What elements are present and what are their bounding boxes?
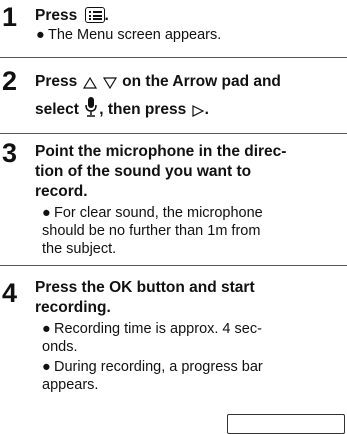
outline-up-triangle-icon bbox=[82, 76, 97, 89]
divider bbox=[0, 133, 347, 134]
list-item: ● For clear sound, the microphone should … bbox=[42, 205, 263, 257]
divider bbox=[0, 265, 347, 266]
outline-down-triangle-icon bbox=[102, 77, 117, 90]
divider bbox=[0, 57, 347, 58]
step-number: 4 bbox=[2, 278, 18, 308]
step-title: Press . bbox=[35, 7, 109, 24]
outline-right-triangle-icon bbox=[191, 105, 204, 117]
list-item: ● During recording, a progress bar appear… bbox=[42, 359, 263, 393]
step-number: 3 bbox=[2, 138, 18, 168]
step-number: 2 bbox=[2, 66, 18, 96]
microphone-icon bbox=[85, 97, 98, 117]
step-title: Point the microphone in the direc- tion … bbox=[35, 143, 287, 200]
step-title: Press the OK button and start recording. bbox=[35, 279, 255, 316]
step-title: Press on the Arrow pad and select , then… bbox=[35, 73, 281, 118]
step-number: 1 bbox=[2, 2, 18, 32]
list-item: ● Recording time is approx. 4 sec- onds. bbox=[42, 321, 262, 355]
progress-bar-illustration bbox=[227, 414, 345, 434]
list-item: ● The Menu screen appears. bbox=[36, 27, 222, 43]
menu-list-icon bbox=[84, 7, 105, 23]
